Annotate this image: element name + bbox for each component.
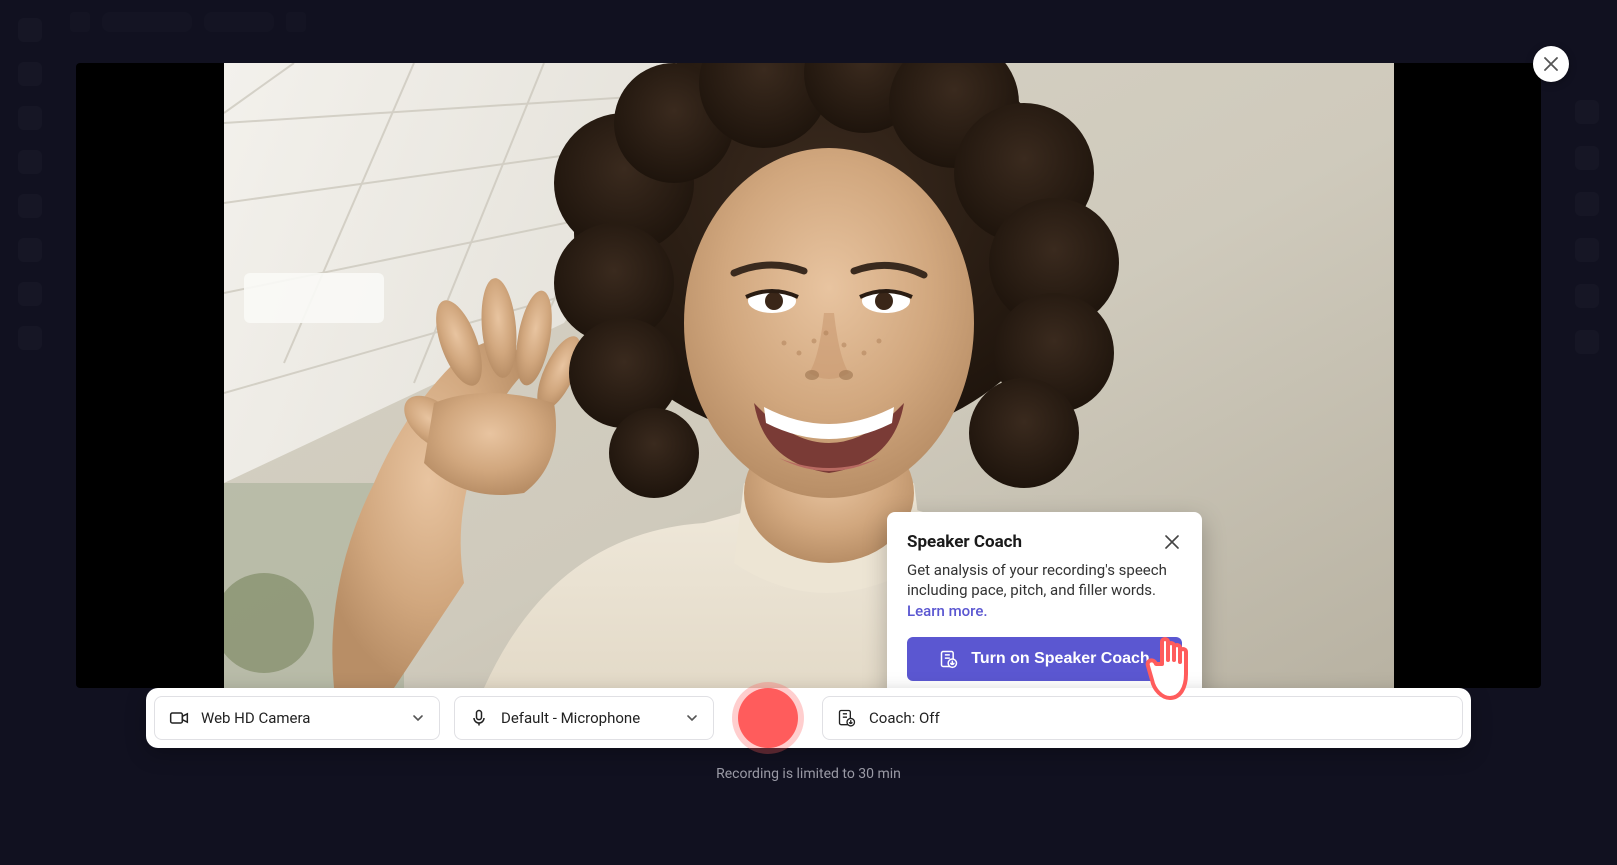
close-icon: [1165, 535, 1179, 549]
turn-on-speaker-coach-button[interactable]: Turn on Speaker Coach: [907, 637, 1182, 681]
popover-description: Get analysis of your recording's speech …: [907, 561, 1167, 599]
popover-close-button[interactable]: [1162, 532, 1182, 552]
camera-preview: [224, 63, 1394, 688]
chevron-down-icon: [411, 711, 425, 725]
camera-label: Web HD Camera: [201, 709, 310, 727]
recording-control-bar: Web HD Camera Default - Microphone: [146, 688, 1471, 748]
close-button[interactable]: [1533, 46, 1569, 82]
coach-toggle[interactable]: Coach: Off: [822, 696, 1463, 740]
speaker-coach-popover: Speaker Coach Get analysis of your recor…: [887, 512, 1202, 701]
popover-button-label: Turn on Speaker Coach: [971, 650, 1149, 668]
speaker-coach-icon: [837, 708, 857, 728]
chevron-down-icon: [685, 711, 699, 725]
coach-label: Coach: Off: [869, 709, 940, 727]
camera-selector[interactable]: Web HD Camera: [154, 696, 440, 740]
popover-title: Speaker Coach: [907, 532, 1022, 552]
speaker-coach-icon: [939, 649, 959, 669]
recording-limit-hint: Recording is limited to 30 min: [0, 766, 1617, 782]
microphone-selector[interactable]: Default - Microphone: [454, 696, 714, 740]
camera-icon: [169, 708, 189, 728]
microphone-label: Default - Microphone: [501, 709, 640, 727]
close-icon: [1544, 57, 1558, 71]
learn-more-link[interactable]: Learn more.: [907, 602, 988, 620]
popover-body: Get analysis of your recording's speech …: [907, 560, 1182, 621]
microphone-icon: [469, 708, 489, 728]
video-stage: [76, 63, 1541, 688]
record-button[interactable]: [738, 688, 798, 748]
